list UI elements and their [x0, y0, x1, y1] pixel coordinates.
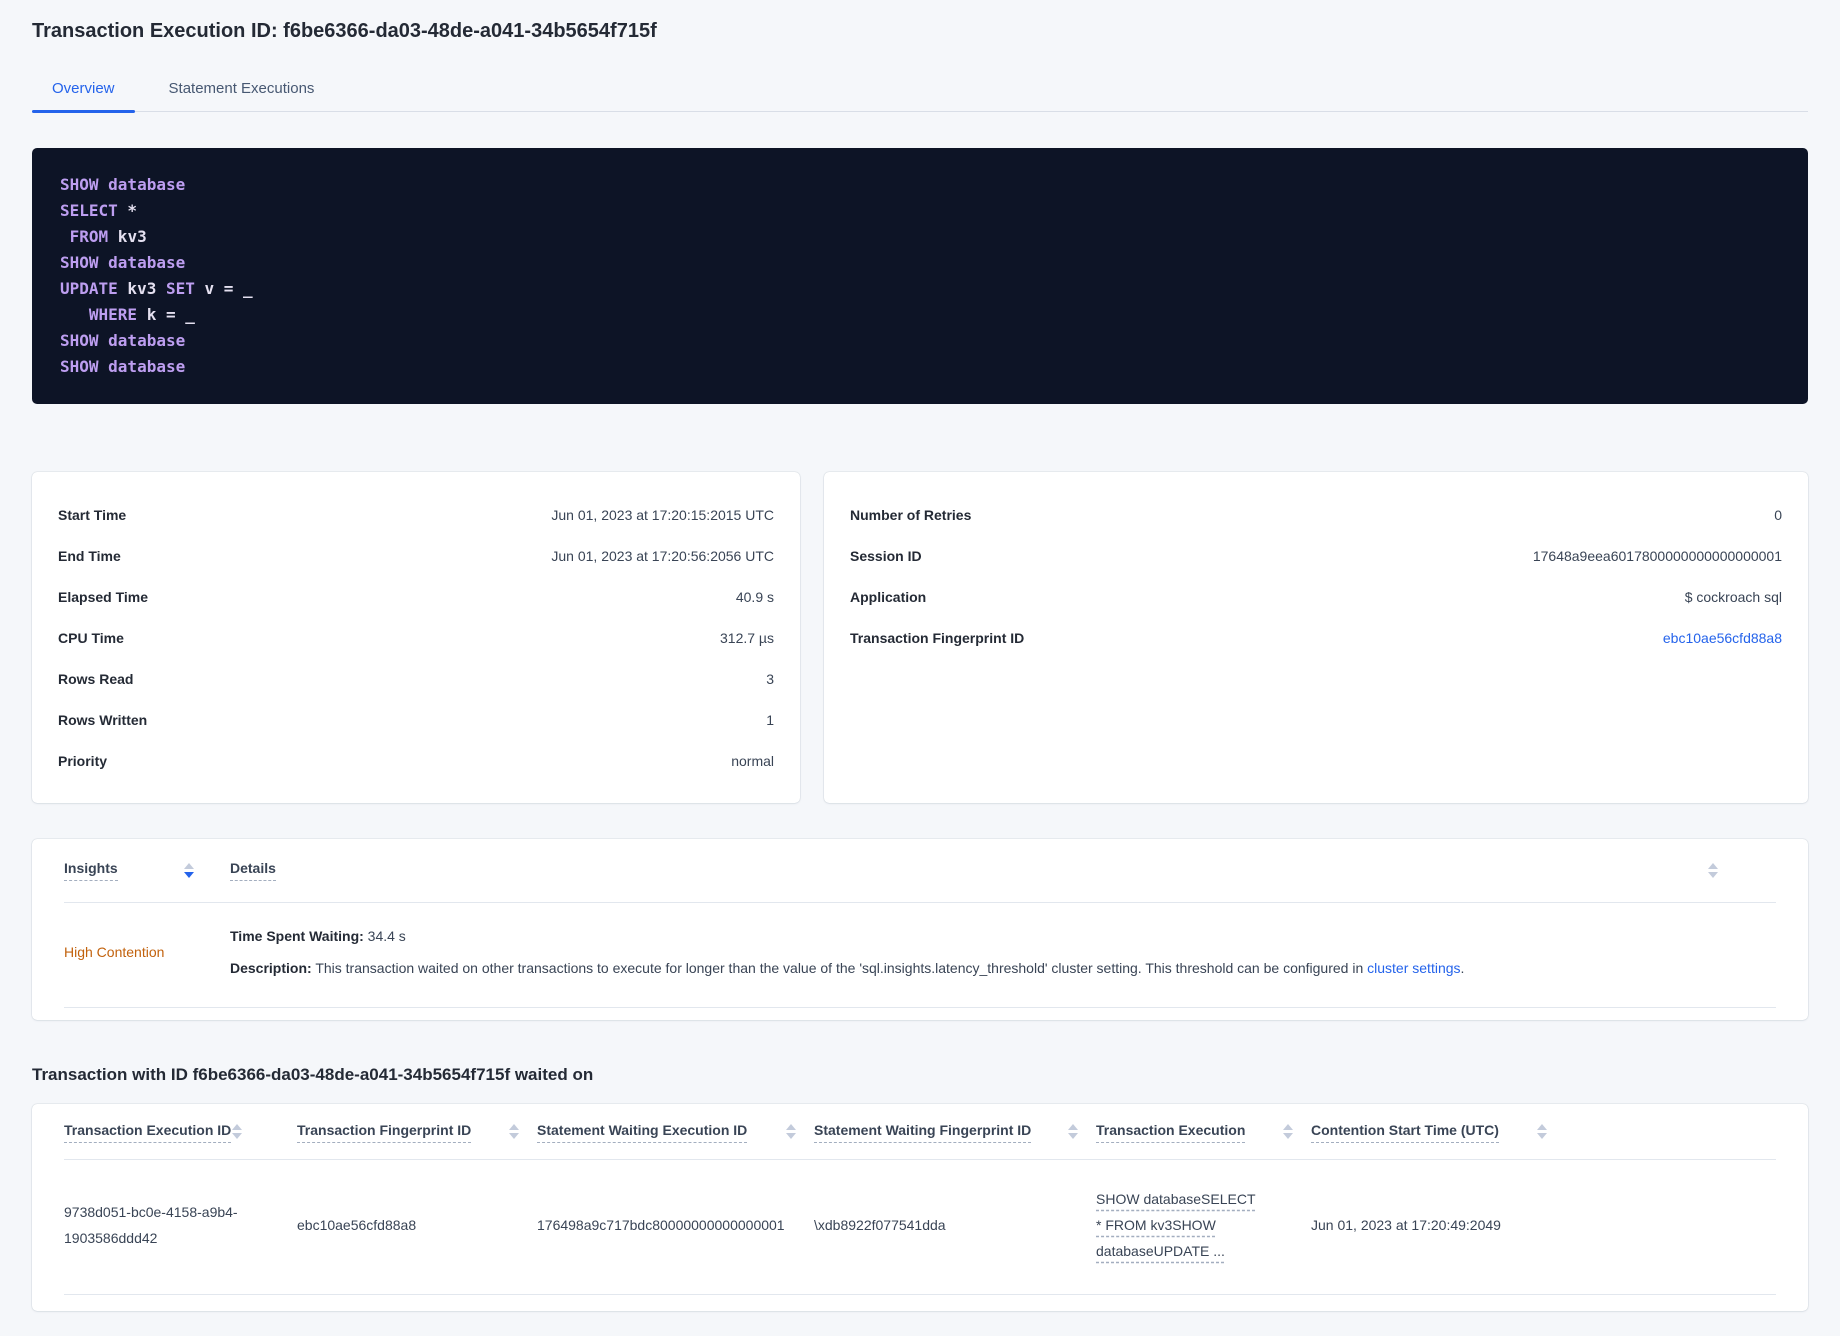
insights-table-header: Insights Details: [64, 839, 1776, 903]
stat-value: 17648a9eea6017800000000000000001: [1532, 547, 1782, 564]
column-header-transaction-fingerprint-id[interactable]: Transaction Fingerprint ID: [297, 1122, 537, 1143]
column-header-label: Contention Start Time (UTC): [1311, 1122, 1499, 1143]
description-label: Description:: [230, 960, 312, 976]
column-header-label: Statement Waiting Fingerprint ID: [814, 1122, 1032, 1143]
tab-statement-executions[interactable]: Statement Executions: [149, 70, 335, 111]
stat-value: 0: [1774, 506, 1782, 523]
sql-line: SHOW database: [60, 331, 186, 350]
column-sort-icon[interactable]: [1537, 1124, 1547, 1139]
stat-label: Application: [850, 588, 927, 605]
cluster-settings-link[interactable]: cluster settings: [1367, 960, 1460, 976]
stat-label: End Time: [58, 547, 121, 564]
sql-line: SHOW database: [60, 175, 186, 194]
stat-value: 3: [766, 670, 774, 687]
column-header-statement-waiting-execution-id[interactable]: Statement Waiting Execution ID: [537, 1122, 814, 1143]
insights-column-label: Insights: [64, 860, 118, 881]
stat-label: Session ID: [850, 547, 922, 564]
sql-line: SHOW database: [60, 357, 186, 376]
execution-details-card: Start Time Jun 01, 2023 at 17:20:15:2015 …: [32, 472, 800, 803]
column-header-contention-start-time-utc-[interactable]: Contention Start Time (UTC): [1311, 1122, 1561, 1143]
waited-on-table-card: Transaction Execution ID Transaction Fing…: [32, 1104, 1808, 1311]
cell-transaction-execution: SHOW databaseSELECT * FROM kv3SHOW datab…: [1096, 1186, 1311, 1264]
column-header-statement-waiting-fingerprint-id[interactable]: Statement Waiting Fingerprint ID: [814, 1122, 1096, 1143]
cell-statement-waiting-fingerprint-id: \xdb8922f077541dda: [814, 1217, 946, 1233]
insights-table-card: Insights Details High Contention Time Sp…: [32, 839, 1808, 1020]
column-header-label: Transaction Fingerprint ID: [297, 1122, 472, 1143]
stat-row: CPU Time 312.7 µs: [58, 617, 774, 658]
stat-value: $ cockroach sql: [1684, 588, 1782, 605]
stat-row: Session ID 17648a9eea60178000000000000000…: [850, 535, 1782, 576]
description-text: This transaction waited on other transac…: [311, 960, 1368, 976]
execution-meta-card: Number of Retries 0 Session ID 17648a9eea60…: [824, 472, 1808, 803]
stat-row: Priority normal: [58, 740, 774, 781]
description-suffix: .: [1460, 960, 1465, 976]
insights-sort-icon[interactable]: [183, 863, 194, 878]
stat-row: Elapsed Time 40.9 s: [58, 576, 774, 617]
details-sort-icon[interactable]: [1708, 863, 1718, 878]
sql-line: SELECT *: [60, 201, 138, 220]
stat-label: Start Time: [58, 506, 127, 523]
stat-label: Priority: [58, 752, 108, 769]
time-spent-waiting-value: 34.4 s: [363, 928, 406, 944]
stat-row: Application $ cockroach sql: [850, 576, 1782, 617]
stat-row: Rows Read 3: [58, 658, 774, 699]
stat-label: Elapsed Time: [58, 588, 149, 605]
stat-value: 312.7 µs: [720, 629, 774, 646]
stat-label: Number of Retries: [850, 506, 972, 523]
stat-value: 40.9 s: [735, 588, 774, 605]
stat-label: CPU Time: [58, 629, 124, 646]
column-sort-icon[interactable]: [232, 1124, 242, 1139]
cell-transaction-execution-id: 9738d051-bc0e-4158-a9b4-1903586ddd42: [64, 1204, 238, 1246]
column-header-label: Transaction Execution: [1096, 1122, 1246, 1143]
column-header-label: Transaction Execution ID: [64, 1122, 232, 1143]
waited-on-heading: Transaction with ID f6be6366-da03-48de-a…: [32, 1065, 594, 1084]
insight-description-line: Description: This transaction waited on …: [230, 959, 1776, 977]
stat-label: Rows Written: [58, 711, 148, 728]
time-spent-waiting-line: Time Spent Waiting: 34.4 s: [230, 927, 1776, 945]
stat-row: Start Time Jun 01, 2023 at 17:20:15:2015 …: [58, 494, 774, 535]
stat-row: Transaction Fingerprint ID ebc10ae56cfd88…: [850, 617, 1782, 658]
column-header-transaction-execution-id[interactable]: Transaction Execution ID: [64, 1122, 297, 1143]
cell-transaction-fingerprint-id: ebc10ae56cfd88a8: [297, 1217, 417, 1233]
stat-value-link[interactable]: ebc10ae56cfd88a8: [1663, 630, 1782, 646]
sql-line: WHERE k = _: [60, 305, 195, 324]
column-sort-icon[interactable]: [1283, 1124, 1293, 1139]
stat-label: Transaction Fingerprint ID: [850, 629, 1025, 646]
stat-value: Jun 01, 2023 at 17:20:15:2015 UTC: [551, 506, 774, 523]
column-sort-icon[interactable]: [786, 1124, 796, 1139]
tab-bar: Overview Statement Executions: [32, 70, 1808, 113]
insight-details-cell: Time Spent Waiting: 34.4 s Description: …: [230, 927, 1776, 977]
column-header-label: Statement Waiting Execution ID: [537, 1122, 748, 1143]
insight-row: High Contention Time Spent Waiting: 34.4…: [64, 903, 1776, 1008]
stat-row: Rows Written 1: [58, 699, 774, 740]
cell-statement-waiting-execution-id: 176498a9c717bdc80000000000000001: [537, 1217, 785, 1233]
column-sort-icon[interactable]: [509, 1124, 519, 1139]
insight-type-label: High Contention: [64, 944, 165, 960]
stat-value: Jun 01, 2023 at 17:20:56:2056 UTC: [551, 547, 774, 564]
time-spent-waiting-label: Time Spent Waiting:: [230, 928, 364, 944]
transaction-execution-sql-link[interactable]: SHOW databaseSELECT * FROM kv3SHOW datab…: [1096, 1191, 1256, 1259]
summary-cards-row: Start Time Jun 01, 2023 at 17:20:15:2015 …: [32, 472, 1808, 803]
waited-on-table-header: Transaction Execution ID Transaction Fing…: [64, 1104, 1776, 1160]
details-column-label: Details: [230, 860, 276, 881]
sql-line: SHOW database: [60, 253, 186, 272]
insights-column-header[interactable]: Insights: [64, 860, 230, 881]
column-header-transaction-execution[interactable]: Transaction Execution: [1096, 1122, 1311, 1143]
sql-line: FROM kv3: [60, 227, 147, 246]
transaction-sql-statements: SHOW database SELECT * FROM kv3 SHOW datab…: [32, 148, 1808, 404]
stat-value: normal: [731, 752, 774, 769]
stat-label: Rows Read: [58, 670, 134, 687]
tab-overview[interactable]: Overview: [32, 70, 135, 113]
cell-contention-start-time: Jun 01, 2023 at 17:20:49:2049: [1311, 1217, 1501, 1233]
sql-line: UPDATE kv3 SET v = _: [60, 279, 253, 298]
stat-row: Number of Retries 0: [850, 494, 1782, 535]
waited-on-table-row: 9738d051-bc0e-4158-a9b4-1903586ddd42 ebc…: [64, 1160, 1776, 1295]
column-sort-icon[interactable]: [1068, 1124, 1078, 1139]
page-title: Transaction Execution ID: f6be6366-da03-…: [32, 20, 657, 42]
stat-row: End Time Jun 01, 2023 at 17:20:56:2056 UT…: [58, 535, 774, 576]
stat-value: 1: [766, 711, 774, 728]
